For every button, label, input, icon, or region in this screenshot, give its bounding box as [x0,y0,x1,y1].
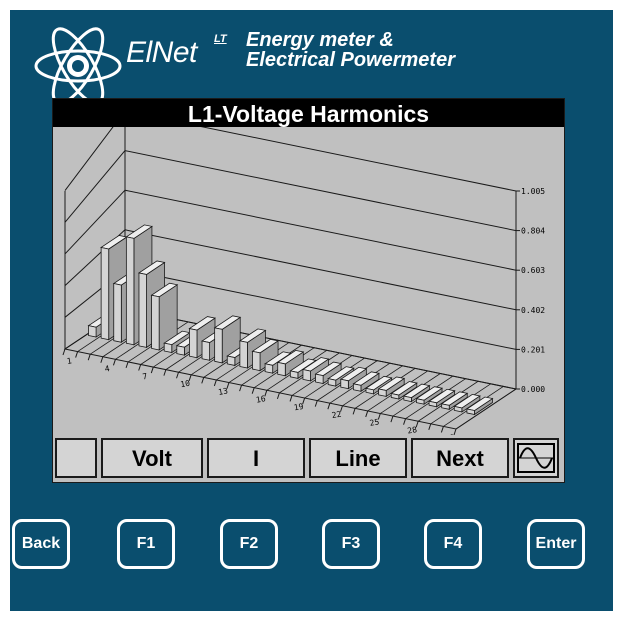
x-tick-label: 10 [180,379,191,390]
x-tick-label: 1 [66,356,72,366]
x-tick-label: 4 [104,364,110,374]
y-tick-label: 0.201 [521,345,545,354]
x-tick-label: 28 [407,425,418,435]
x-tick [75,351,79,358]
lcd-screen: L1-Voltage Harmonics 1.005 0.804 0.603 0.40… [52,98,565,483]
x-tick [176,372,179,379]
brand-tagline: Energy meter & Electrical Powermeter [246,30,455,70]
x-tick [125,361,129,369]
x-tick-label: 13 [218,386,229,397]
screen-title: L1-Voltage Harmonics [53,99,564,127]
softkey-line[interactable]: Line [309,438,407,478]
x-tick [403,418,407,425]
tagline-line1: Energy meter & [246,29,394,51]
softkey-bar: Volt I Line Next [53,436,564,482]
x-tick [415,421,419,428]
waveform-icon [517,443,555,473]
x-tick-label: 31 [445,433,456,435]
x-tick [340,405,343,412]
y-tick-label: 1.005 [521,187,545,196]
y-gridline [124,229,517,311]
x-tick [87,354,91,361]
x-tick [390,415,394,423]
x-tick [352,408,356,415]
x-tick [213,379,217,387]
x-tick [163,369,167,376]
x-tick [100,356,104,363]
f2-button[interactable]: F2 [220,519,278,569]
x-tick [365,410,369,418]
x-tick [201,377,205,384]
softkey-next[interactable]: Next [411,438,509,478]
y-tick-label: 0.402 [521,306,545,315]
x-tick [440,426,444,433]
x-tick [251,387,255,394]
x-tick-label: 16 [255,394,266,405]
f4-button[interactable]: F4 [424,519,482,569]
softkey-volt[interactable]: Volt [101,438,203,478]
x-tick-label: 25 [369,417,380,428]
x-tick [276,392,280,400]
y-gridline [200,127,517,192]
y-tick-label: 0.000 [521,385,545,394]
back-button[interactable]: Back [12,519,70,569]
enter-button[interactable]: Enter [527,519,585,569]
x-tick [428,423,432,430]
harmonics-chart: 1.005 0.804 0.603 0.402 0.201 0.000 1 4 7 10 13 16… [62,127,545,435]
f3-button[interactable]: F3 [322,519,380,569]
softkey-waveform[interactable] [513,438,559,478]
x-tick [327,403,331,410]
x-tick [314,400,318,407]
y-gridline [124,150,517,232]
x-tick [302,397,306,405]
y-tick-label: 0.603 [521,266,545,275]
brand-superscript: LT [214,33,227,45]
x-tick-label: 7 [142,372,148,382]
atom-logo-icon [34,27,122,105]
x-tick [150,366,154,374]
tagline-line2: Electrical Powermeter [246,49,455,71]
softkey-current[interactable]: I [207,438,305,478]
x-tick-label: 22 [331,410,342,421]
x-tick [239,384,243,392]
x-tick [188,374,192,381]
x-tick [62,348,66,356]
softkey-blank[interactable] [55,438,97,478]
x-tick [453,428,457,435]
x-tick [138,364,142,371]
x-tick [112,359,116,366]
f1-button[interactable]: F1 [117,519,175,569]
x-tick [264,390,268,397]
y-gridline [124,189,517,271]
x-tick [377,413,381,420]
brand-name: ElNet [126,36,197,69]
x-tick [226,382,230,389]
x-tick [289,395,293,402]
y-tick-label: 0.804 [521,227,545,236]
side-gridline [64,127,114,191]
side-gridline [64,150,126,223]
x-tick-label: 19 [293,402,304,413]
